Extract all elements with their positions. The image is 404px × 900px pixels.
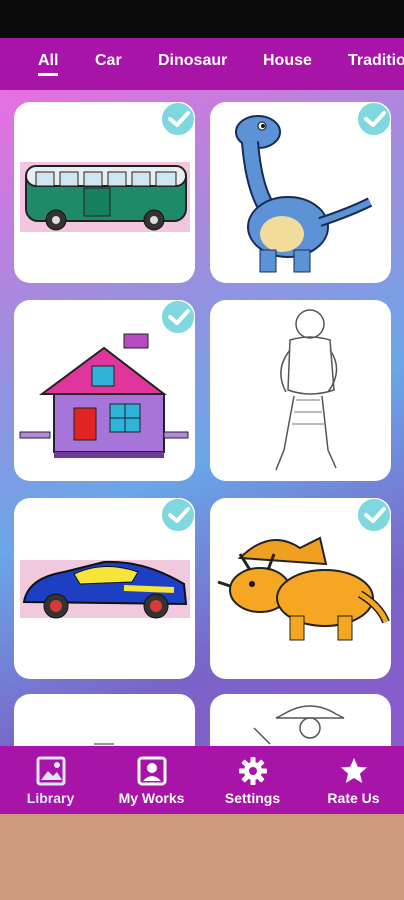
warrior-outline-image — [275, 309, 338, 471]
nav-my-works-label: My Works — [118, 790, 185, 806]
gear-icon — [238, 757, 267, 785]
outline-image — [94, 743, 114, 745]
tab-house[interactable]: House — [263, 52, 312, 70]
artwork-card-sports-car[interactable] — [14, 498, 195, 679]
tab-dinosaur[interactable]: Dinosaur — [158, 52, 227, 70]
completed-check-icon — [159, 102, 195, 138]
library-grid — [0, 90, 404, 746]
image-icon — [36, 756, 65, 786]
bottom-navigation: Library My Works Settings Rate Us — [0, 746, 404, 814]
completed-check-icon — [355, 498, 391, 534]
nav-settings-label: Settings — [224, 790, 281, 806]
nav-rate-us[interactable]: Rate Us — [303, 746, 404, 814]
portrait-icon — [137, 756, 166, 786]
artwork-card-house[interactable] — [14, 300, 195, 481]
artwork-card-cowboy[interactable] — [210, 694, 391, 746]
status-bar — [0, 0, 404, 38]
nav-my-works[interactable]: My Works — [101, 746, 202, 814]
tab-all[interactable]: All — [38, 52, 59, 76]
cowboy-outline-image — [253, 705, 345, 745]
artwork-card-triceratops[interactable] — [210, 498, 391, 679]
tab-traditional[interactable]: Traditio — [348, 52, 404, 70]
artwork-card-bus[interactable] — [14, 102, 195, 283]
artwork-card-dinosaur[interactable] — [210, 102, 391, 283]
nav-library[interactable]: Library — [0, 746, 101, 814]
star-icon — [340, 758, 367, 783]
tab-car[interactable]: Car — [95, 52, 122, 70]
nav-library-label: Library — [26, 790, 75, 806]
completed-check-icon — [159, 300, 195, 336]
bottom-area — [0, 814, 404, 900]
nav-rate-us-label: Rate Us — [327, 790, 380, 806]
completed-check-icon — [159, 498, 195, 534]
artwork-card-warrior[interactable] — [210, 300, 391, 481]
completed-check-icon — [355, 102, 391, 138]
category-tab-bar: All Car Dinosaur House Traditio — [0, 38, 404, 90]
nav-settings[interactable]: Settings — [202, 746, 303, 814]
artwork-card-partial[interactable] — [14, 694, 195, 746]
